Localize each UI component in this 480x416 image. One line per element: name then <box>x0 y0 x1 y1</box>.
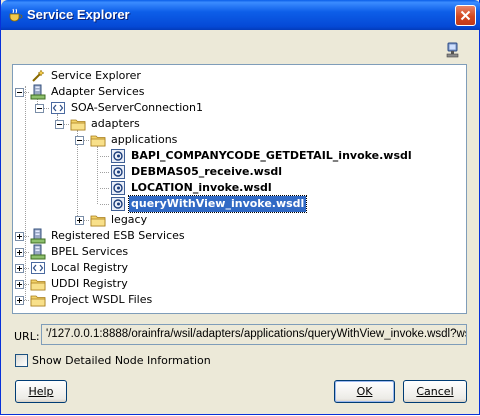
wsdl-icon <box>110 180 126 196</box>
folder-icon <box>90 132 106 148</box>
collapse-icon[interactable] <box>35 104 44 113</box>
refresh-icon[interactable] <box>445 42 461 58</box>
folder-icon <box>90 212 106 228</box>
tree-node-local-registry-label: Local Registry <box>51 261 129 274</box>
folder-icon <box>30 276 46 292</box>
server-icon <box>30 228 46 244</box>
tree-node-project-wsdl-files-label: Project WSDL Files <box>51 293 153 306</box>
help-button[interactable]: Help <box>15 380 67 403</box>
tree-node-bapi-companycode-label: BAPI_COMPANYCODE_GETDETAIL_invoke.wsdl <box>131 149 412 162</box>
tree-node-location-label: LOCATION_invoke.wsdl <box>131 181 272 194</box>
server-icon <box>30 244 46 260</box>
folder-icon <box>70 116 86 132</box>
collapse-icon[interactable] <box>15 88 24 97</box>
show-detailed-node-information-label: Show Detailed Node Information <box>32 354 211 367</box>
title-bar[interactable]: Service Explorer <box>1 0 480 30</box>
expand-icon[interactable] <box>15 232 24 241</box>
window-title: Service Explorer <box>27 7 130 22</box>
tree-root-service-explorer-label: Service Explorer <box>51 69 141 82</box>
tree-node-applications-label: applications <box>111 133 178 146</box>
tree-node-uddi-registry-label: UDDI Registry <box>51 277 128 290</box>
wand-icon <box>30 68 46 84</box>
help-button-label: Help <box>28 385 54 398</box>
tree-node-legacy-label: legacy <box>111 213 148 226</box>
wsdl-icon <box>110 164 126 180</box>
tree-node-registered-esb-services-label: Registered ESB Services <box>51 229 185 242</box>
wsdl-icon <box>110 148 126 164</box>
server-icon <box>30 84 46 100</box>
expand-icon[interactable] <box>15 296 24 305</box>
close-icon <box>460 10 471 21</box>
jdeveloper-cup-icon <box>7 7 23 23</box>
connection-icon <box>30 260 46 276</box>
url-label: URL: <box>14 330 40 343</box>
url-field[interactable]: '/127.0.0.1:8888/orainfra/wsil/adapters/… <box>41 324 467 345</box>
close-button[interactable] <box>455 5 476 26</box>
expand-icon[interactable] <box>15 264 24 273</box>
cancel-button-label: Cancel <box>416 385 454 398</box>
ok-button-label: OK <box>356 385 373 398</box>
folder-icon <box>30 292 46 308</box>
tree-connector <box>100 172 109 173</box>
tree-node-bpel-services-label: BPEL Services <box>51 245 129 258</box>
tree-connector <box>97 146 98 204</box>
tree-connector <box>100 188 109 189</box>
ok-button[interactable]: OK <box>334 380 395 403</box>
expand-icon[interactable] <box>75 216 84 225</box>
connection-icon <box>50 100 66 116</box>
tree-node-adapter-services-label: Adapter Services <box>51 85 145 98</box>
service-explorer-dialog: Service Explorer Service Explorer Adapter… <box>0 0 480 415</box>
collapse-icon[interactable] <box>75 136 84 145</box>
expand-icon[interactable] <box>15 248 24 257</box>
tree-node-debmas05-label: DEBMAS05_receive.wsdl <box>131 165 283 178</box>
tree-node-querywithview-label: queryWithView_invoke.wsdl <box>127 195 308 213</box>
tree-connector <box>100 156 109 157</box>
collapse-icon[interactable] <box>55 120 64 129</box>
tree-node-soa-serverconnection-label: SOA-ServerConnection1 <box>71 101 204 114</box>
service-tree[interactable]: Service Explorer Adapter Services SOA-Serv… <box>12 64 467 314</box>
cancel-button[interactable]: Cancel <box>403 380 467 403</box>
show-detailed-node-information-checkbox[interactable] <box>15 354 28 367</box>
expand-icon[interactable] <box>15 280 24 289</box>
wsdl-icon <box>110 196 126 212</box>
tree-connector <box>100 204 109 205</box>
tree-node-adapters-label: adapters <box>91 117 140 130</box>
